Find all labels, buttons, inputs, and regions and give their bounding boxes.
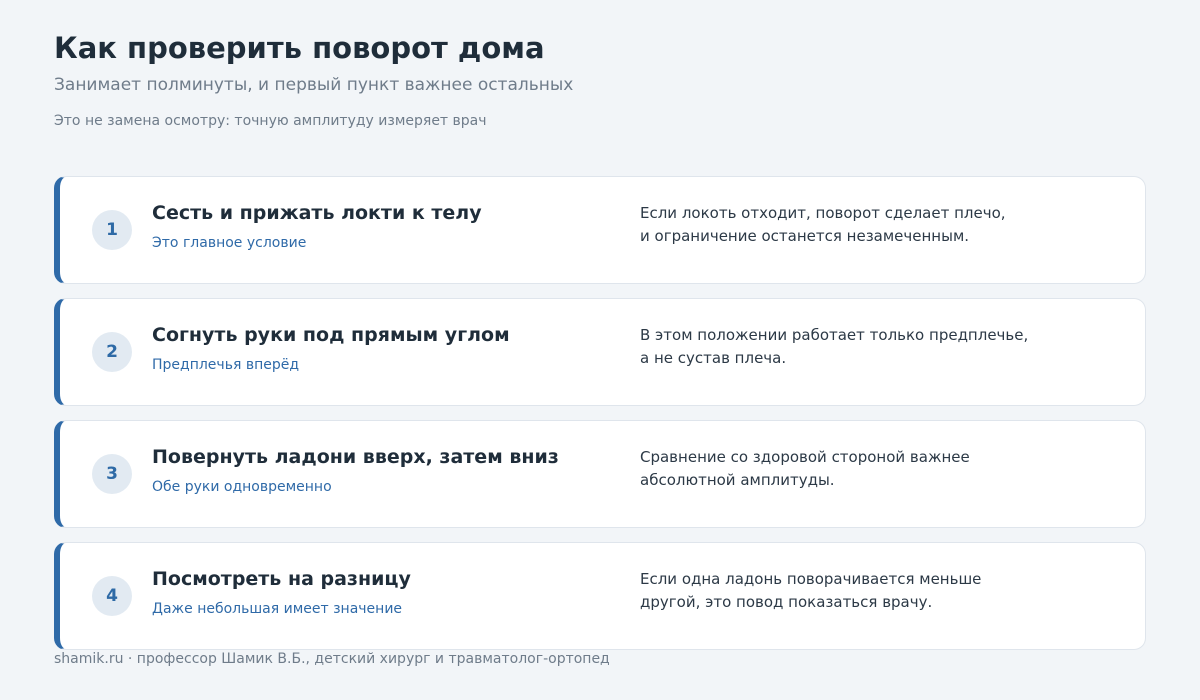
page: Как проверить поворот дома Занимает полм… bbox=[0, 0, 1200, 700]
step-description-line: а не сустав плеча. bbox=[640, 349, 787, 367]
step-number-badge: 2 bbox=[92, 332, 132, 372]
step-card-1: 1 Сесть и прижать локти к телу Это главн… bbox=[54, 176, 1146, 284]
step-title: Согнуть руки под прямым углом bbox=[152, 324, 510, 346]
step-title: Посмотреть на разницу bbox=[152, 568, 411, 590]
step-number-badge: 1 bbox=[92, 210, 132, 250]
step-card-3: 3 Повернуть ладони вверх, затем вниз Обе… bbox=[54, 420, 1146, 528]
step-hint: Даже небольшая имеет значение bbox=[152, 601, 403, 617]
disclaimer-note: Это не замена осмотру: точную амплитуду … bbox=[54, 113, 487, 129]
step-number-badge: 4 bbox=[92, 576, 132, 616]
step-description-line: Сравнение со здоровой стороной важнее bbox=[640, 448, 970, 466]
step-description-line: Если локоть отходит, поворот сделает пле… bbox=[640, 204, 1006, 222]
step-description-line: Если одна ладонь поворачивается меньше bbox=[640, 570, 982, 588]
step-description: В этом положении работает только предпле… bbox=[640, 324, 1080, 370]
page-title: Как проверить поворот дома bbox=[54, 31, 545, 65]
step-description: Если одна ладонь поворачивается меньше д… bbox=[640, 568, 1080, 614]
page-subtitle: Занимает полминуты, и первый пункт важне… bbox=[54, 75, 574, 95]
step-hint: Предплечья вперёд bbox=[152, 357, 300, 373]
step-description: Если локоть отходит, поворот сделает пле… bbox=[640, 202, 1080, 248]
footer-credit: shamik.ru · профессор Шамик В.Б., детски… bbox=[54, 651, 610, 667]
step-description-line: и ограничение останется незамеченным. bbox=[640, 227, 970, 245]
step-description-line: В этом положении работает только предпле… bbox=[640, 326, 1029, 344]
step-description-line: абсолютной амплитуды. bbox=[640, 471, 835, 489]
step-card-4: 4 Посмотреть на разницу Даже небольшая и… bbox=[54, 542, 1146, 650]
step-title: Повернуть ладони вверх, затем вниз bbox=[152, 446, 559, 468]
step-description-line: другой, это повод показаться врачу. bbox=[640, 593, 933, 611]
step-card-2: 2 Согнуть руки под прямым углом Предплеч… bbox=[54, 298, 1146, 406]
step-description: Сравнение со здоровой стороной важнее аб… bbox=[640, 446, 1080, 492]
step-hint: Это главное условие bbox=[152, 235, 307, 251]
steps-list: 1 Сесть и прижать локти к телу Это главн… bbox=[54, 176, 1146, 664]
step-hint: Обе руки одновременно bbox=[152, 479, 332, 495]
step-title: Сесть и прижать локти к телу bbox=[152, 202, 482, 224]
step-number-badge: 3 bbox=[92, 454, 132, 494]
